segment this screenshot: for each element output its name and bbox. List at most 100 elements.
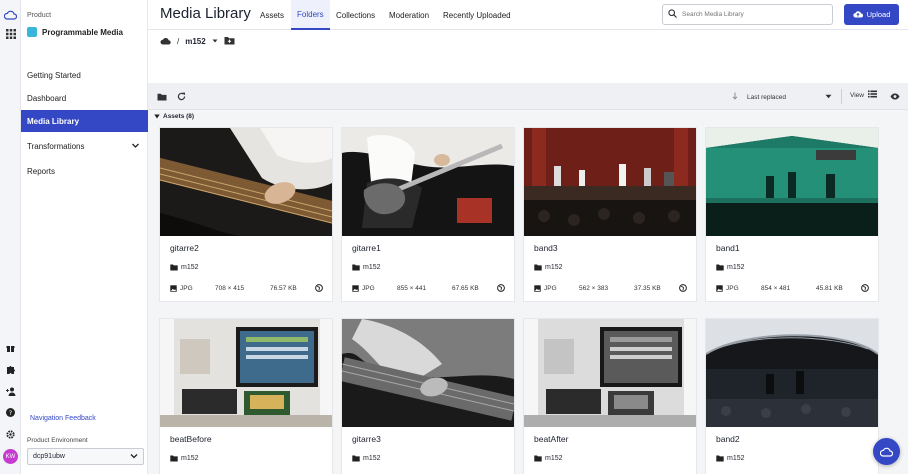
asset-thumbnail[interactable] — [342, 319, 514, 427]
asset-thumbnail[interactable] — [706, 128, 878, 236]
asset-folder[interactable]: m152 — [352, 455, 381, 462]
asset-folder-name: m152 — [727, 264, 745, 271]
caret-down-icon — [154, 114, 160, 119]
folder-view-icon[interactable] — [155, 90, 168, 103]
tab-moderation[interactable]: Moderation — [383, 0, 435, 30]
asset-dimensions: 855 × 441 — [397, 284, 427, 292]
new-folder-icon[interactable] — [224, 36, 235, 47]
folder-icon — [352, 455, 360, 462]
tab-collections[interactable]: Collections — [330, 0, 381, 30]
sort-select[interactable]: Last replaced — [732, 90, 832, 104]
asset-thumbnail[interactable] — [160, 128, 332, 236]
product-name: Programmable Media — [42, 27, 123, 37]
asset-thumbnail[interactable] — [342, 128, 514, 236]
asset-card[interactable]: band3 m152 JPG 562 × 383 37.35 KB — [524, 128, 696, 301]
asset-folder[interactable]: m152 — [534, 455, 563, 462]
asset-name[interactable]: beatAfter — [534, 434, 569, 444]
asset-card[interactable]: gitarre3 m152 — [342, 319, 514, 474]
cloud-root-icon[interactable] — [160, 37, 171, 47]
asset-folder[interactable]: m152 — [534, 264, 563, 271]
asset-meta: JPG 562 × 383 37.35 KB — [534, 284, 689, 292]
asset-thumbnail[interactable] — [706, 319, 878, 427]
asset-format: JPG — [352, 285, 397, 292]
asset-thumbnail[interactable] — [524, 319, 696, 427]
asset-name[interactable]: band3 — [534, 243, 558, 253]
asset-thumbnail[interactable] — [160, 319, 332, 427]
nav-reports[interactable]: Reports — [21, 160, 148, 182]
asset-card[interactable]: band2 m152 — [706, 319, 878, 474]
nav-getting-started[interactable]: Getting Started — [21, 64, 148, 86]
asset-filesize: 67.65 KB — [452, 284, 479, 292]
asset-name[interactable]: band1 — [716, 243, 740, 253]
globe-public-icon — [861, 284, 869, 292]
floating-cloud-button[interactable] — [873, 438, 900, 465]
product-environment-value: dcp91ubw — [33, 453, 65, 460]
asset-folder[interactable]: m152 — [716, 264, 745, 271]
asset-name[interactable]: gitarre2 — [170, 243, 199, 253]
asset-card[interactable]: gitarre2 m152 JPG 708 × 415 76.57 KB — [160, 128, 332, 301]
add-user-icon[interactable] — [4, 385, 17, 398]
search-box[interactable] — [662, 4, 833, 25]
nav-dashboard[interactable]: Dashboard — [21, 87, 148, 109]
globe-public-icon — [679, 284, 687, 292]
cloud-logo-icon[interactable] — [4, 8, 17, 21]
tab-assets[interactable]: Assets — [254, 0, 290, 30]
nav-transformations-label: Transformations — [27, 141, 85, 151]
asset-format: JPG — [534, 285, 579, 292]
breadcrumb-current-folder[interactable]: m152 — [185, 37, 205, 46]
asset-card[interactable]: gitarre1 m152 JPG 855 × 441 67.65 KB — [342, 128, 514, 301]
tab-folders[interactable]: Folders — [291, 0, 330, 30]
user-avatar[interactable]: KW — [3, 449, 18, 464]
asset-card[interactable]: band1 m152 JPG 854 × 481 45.81 KB — [706, 128, 878, 301]
asset-meta: JPG 854 × 481 45.81 KB — [716, 284, 871, 292]
asset-dimensions: 708 × 415 — [215, 284, 245, 292]
eye-icon[interactable] — [888, 90, 901, 103]
product-label: Product — [27, 12, 52, 19]
product-switcher[interactable]: Programmable Media — [27, 27, 123, 37]
search-input[interactable] — [682, 11, 822, 18]
asset-name[interactable]: beatBefore — [170, 434, 212, 444]
navigation-feedback-link[interactable]: Navigation Feedback — [30, 415, 96, 422]
asset-name[interactable]: band2 — [716, 434, 740, 444]
page-title: Media Library — [160, 5, 251, 22]
asset-folder[interactable]: m152 — [170, 264, 199, 271]
asset-filesize: 37.35 KB — [634, 284, 661, 292]
upload-button[interactable]: Upload — [844, 4, 899, 25]
asset-meta: JPG 855 × 441 67.65 KB — [352, 284, 507, 292]
toolbar-divider — [841, 89, 842, 104]
asset-format: JPG — [170, 285, 215, 292]
toolbar: Last replaced View — [148, 83, 908, 110]
product-environment-select[interactable]: dcp91ubw — [27, 448, 144, 465]
asset-format-label: JPG — [362, 284, 375, 292]
breadcrumb-separator: / — [177, 37, 180, 46]
puzzle-icon[interactable] — [4, 363, 17, 376]
asset-filesize: 45.81 KB — [816, 284, 843, 292]
asset-name[interactable]: gitarre3 — [352, 434, 381, 444]
asset-format-label: JPG — [180, 284, 193, 292]
image-icon — [352, 284, 359, 292]
view-toggle[interactable]: View — [850, 90, 877, 100]
refresh-icon[interactable] — [175, 90, 188, 103]
asset-folder[interactable]: m152 — [170, 455, 199, 462]
asset-folder[interactable]: m152 — [352, 264, 381, 271]
asset-folder-name: m152 — [545, 455, 563, 462]
asset-name[interactable]: gitarre1 — [352, 243, 381, 253]
asset-folder[interactable]: m152 — [716, 455, 745, 462]
apps-grid-icon[interactable] — [4, 27, 17, 40]
view-label: View — [850, 91, 864, 99]
nav-transformations[interactable]: Transformations — [21, 135, 148, 157]
settings-gear-icon[interactable] — [4, 428, 17, 441]
asset-card[interactable]: beatAfter m152 — [524, 319, 696, 474]
nav-media-library[interactable]: Media Library — [21, 110, 148, 132]
asset-card[interactable]: beatBefore m152 — [160, 319, 332, 474]
folder-icon — [534, 264, 542, 271]
asset-thumbnail[interactable] — [524, 128, 696, 236]
chevron-down-icon — [130, 452, 138, 462]
help-icon[interactable]: ? — [4, 406, 17, 419]
list-view-icon — [867, 90, 877, 100]
gift-icon[interactable] — [4, 341, 17, 354]
tab-recently-uploaded[interactable]: Recently Uploaded — [437, 0, 517, 30]
asset-folder-name: m152 — [363, 455, 381, 462]
caret-down-icon[interactable] — [212, 37, 218, 46]
assets-section-header[interactable]: Assets (8) — [154, 113, 194, 120]
